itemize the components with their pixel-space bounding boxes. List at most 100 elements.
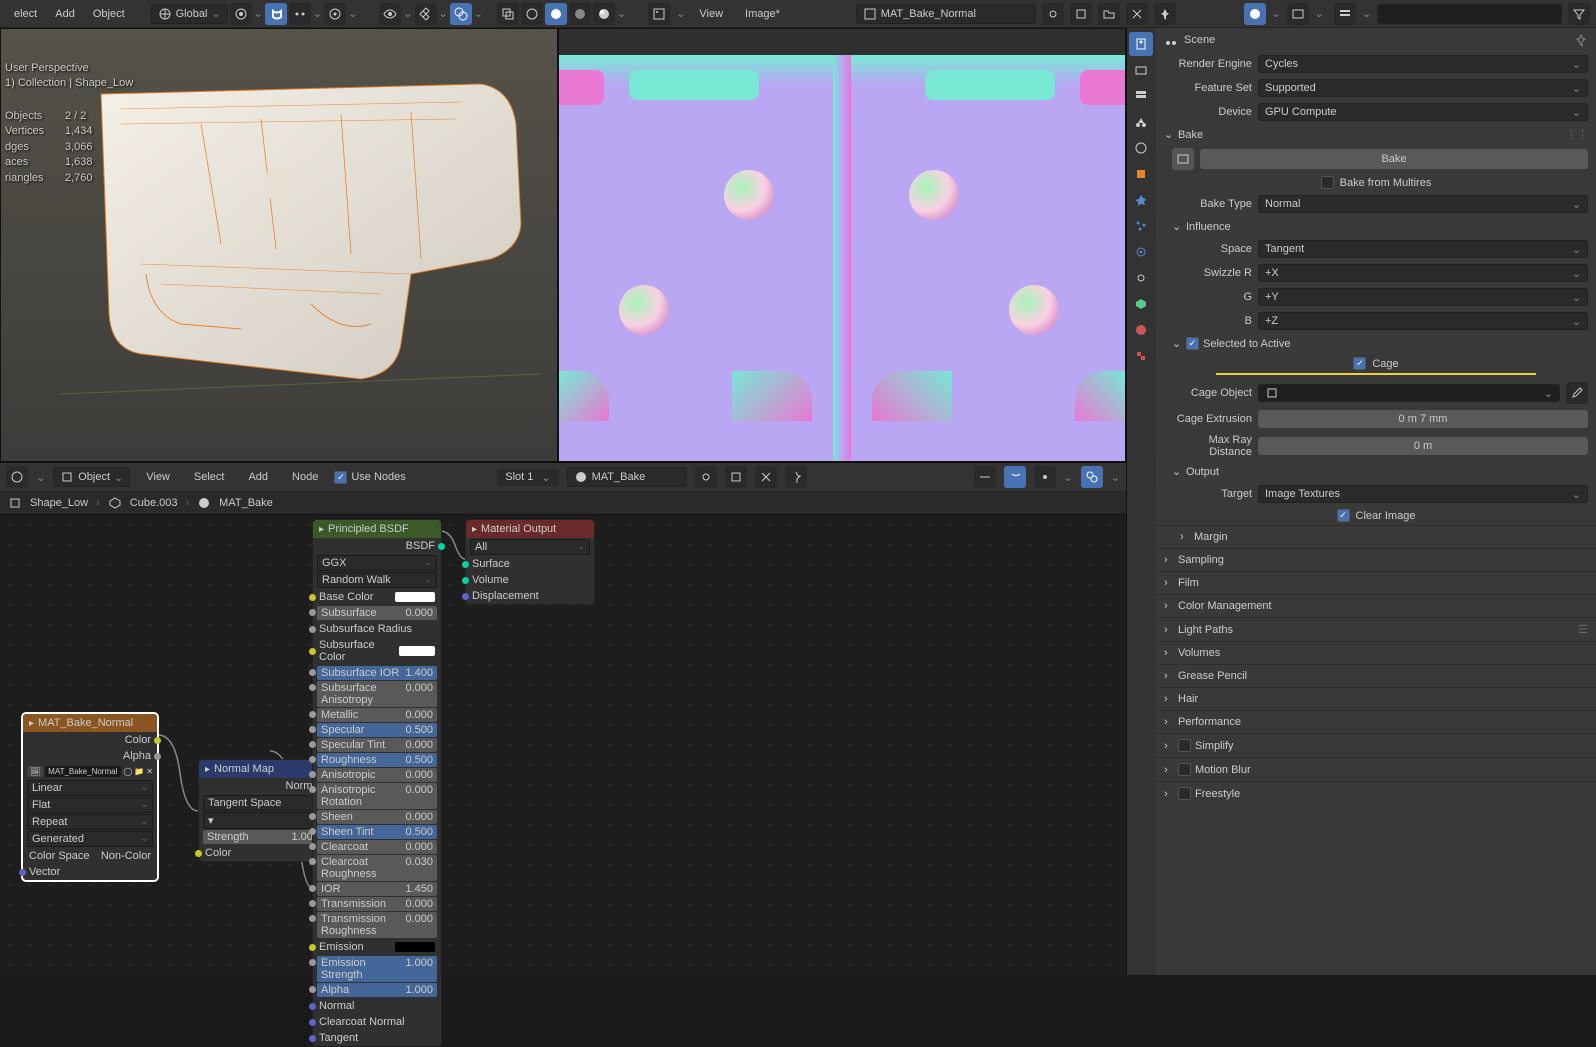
tab-modifier[interactable] bbox=[1129, 188, 1153, 212]
eyedropper-icon[interactable] bbox=[1566, 382, 1588, 404]
panel-performance[interactable]: ›Performance bbox=[1156, 710, 1596, 733]
bake-panel-header[interactable]: ⌄Bake⋮⋮ bbox=[1156, 124, 1596, 145]
tab-constraint[interactable] bbox=[1129, 266, 1153, 290]
clear-image-checkbox[interactable] bbox=[1337, 509, 1350, 522]
tab-scene[interactable] bbox=[1129, 110, 1153, 134]
panel-simplify[interactable]: ›Simplify bbox=[1156, 733, 1596, 757]
node-overlay[interactable] bbox=[1081, 466, 1103, 488]
img-menu-view[interactable]: View bbox=[691, 4, 731, 24]
bsdf-anisotropic[interactable]: Anisotropic0.000 bbox=[317, 768, 437, 782]
strength-slider[interactable]: Strength1.000 bbox=[203, 830, 323, 844]
crumb-material[interactable]: MAT_Bake bbox=[219, 497, 273, 509]
swizzle-b-select[interactable]: +Z bbox=[1258, 312, 1588, 330]
tab-particle[interactable] bbox=[1129, 214, 1153, 238]
crumb-data[interactable]: Cube.003 bbox=[130, 497, 178, 509]
node-editor[interactable]: ⌄ Object⌄ View Select Add Node Use Nodes… bbox=[0, 462, 1126, 975]
props-search[interactable] bbox=[1377, 4, 1562, 24]
image-selector[interactable]: MAT_Bake_Normal bbox=[856, 4, 1036, 24]
shading-solid[interactable] bbox=[545, 3, 567, 25]
bsdf-transmission[interactable]: Transmission0.000 bbox=[317, 897, 437, 911]
new-image-icon[interactable] bbox=[1070, 3, 1092, 25]
visibility-icon[interactable] bbox=[379, 3, 401, 25]
node-snap[interactable] bbox=[1004, 466, 1026, 488]
shading-matprev[interactable] bbox=[569, 3, 591, 25]
space-select[interactable]: Tangent bbox=[1258, 240, 1588, 258]
mat-browse-icon[interactable] bbox=[695, 466, 717, 488]
src-select[interactable]: Generated bbox=[27, 831, 153, 847]
material-slot[interactable]: Slot 1⌄ bbox=[497, 469, 558, 486]
sss-select[interactable]: Random Walk bbox=[317, 572, 437, 588]
node-menu-view[interactable]: View bbox=[138, 467, 178, 487]
bsdf-alpha[interactable]: Alpha1.000 bbox=[317, 983, 437, 997]
bsdf-clearcoat-roughness[interactable]: Clearcoat Roughness0.030 bbox=[317, 855, 437, 881]
transform-orientation[interactable]: Global⌄ bbox=[151, 4, 228, 24]
crumb-object[interactable]: Shape_Low bbox=[30, 497, 88, 509]
bsdf-subsurface[interactable]: Subsurface0.000 bbox=[317, 606, 437, 620]
image-texture-node[interactable]: ▸ MAT_Bake_Normal Color Alpha 🖼 MAT_Bake… bbox=[22, 713, 158, 881]
menu-object[interactable]: Object bbox=[85, 4, 133, 24]
swizzle-r-select[interactable]: +X bbox=[1258, 264, 1588, 282]
tab-world[interactable] bbox=[1129, 136, 1153, 160]
output-panel-header[interactable]: ⌄Output bbox=[1156, 461, 1596, 482]
bake-multires-checkbox[interactable] bbox=[1321, 176, 1334, 189]
bsdf-subsurface-anisotropy[interactable]: Subsurface Anisotropy0.000 bbox=[317, 681, 437, 707]
img-channels-icon[interactable] bbox=[1287, 3, 1309, 25]
menu-add[interactable]: Add bbox=[47, 4, 83, 24]
panel-freestyle[interactable]: ›Freestyle bbox=[1156, 781, 1596, 805]
mat-unlink-icon[interactable] bbox=[755, 466, 777, 488]
tab-viewlayer[interactable] bbox=[1129, 84, 1153, 108]
menu-select[interactable]: elect bbox=[6, 4, 45, 24]
sel-to-active-header[interactable]: ⌄Selected to Active bbox=[1156, 333, 1596, 354]
bsdf-sheen[interactable]: Sheen0.000 bbox=[317, 810, 437, 824]
cage-extrusion-field[interactable]: 0 m 7 mm bbox=[1258, 410, 1588, 428]
render-engine-select[interactable]: Cycles bbox=[1258, 55, 1588, 73]
shading-wireframe[interactable] bbox=[521, 3, 543, 25]
bsdf-clearcoat[interactable]: Clearcoat0.000 bbox=[317, 840, 437, 854]
bsdf-specular-tint[interactable]: Specular Tint0.000 bbox=[317, 738, 437, 752]
overlays-icon[interactable] bbox=[450, 3, 472, 25]
bsdf-anisotropic-rotation[interactable]: Anisotropic Rotation0.000 bbox=[317, 783, 437, 809]
snap-toggle[interactable] bbox=[265, 3, 287, 25]
node-menu-select[interactable]: Select bbox=[186, 467, 233, 487]
ext-select[interactable]: Repeat bbox=[27, 814, 153, 830]
open-image-icon[interactable] bbox=[1098, 3, 1120, 25]
panel-grease-pencil[interactable]: ›Grease Pencil bbox=[1156, 664, 1596, 687]
mat-pin-icon[interactable] bbox=[785, 466, 807, 488]
panel-motion-blur[interactable]: ›Motion Blur bbox=[1156, 757, 1596, 781]
editor-type-image[interactable] bbox=[648, 3, 670, 25]
img-menu-image[interactable]: Image* bbox=[737, 4, 788, 24]
max-ray-field[interactable]: 0 m bbox=[1258, 437, 1588, 455]
panel-film[interactable]: ›Film bbox=[1156, 571, 1596, 594]
bsdf-ior[interactable]: IOR1.450 bbox=[317, 882, 437, 896]
tab-material[interactable] bbox=[1129, 318, 1153, 342]
tab-render[interactable] bbox=[1129, 32, 1153, 56]
viewport-3d[interactable]: User Perspective 1) Collection | Shape_L… bbox=[0, 28, 558, 462]
sel-to-active-checkbox[interactable] bbox=[1186, 337, 1199, 350]
feature-set-select[interactable]: Supported bbox=[1258, 79, 1588, 97]
browse-image-icon[interactable] bbox=[1042, 3, 1064, 25]
out-target-select[interactable]: All bbox=[470, 539, 590, 555]
img-display-icon[interactable] bbox=[1244, 3, 1266, 25]
node-canvas[interactable]: ▸ MAT_Bake_Normal Color Alpha 🖼 MAT_Bake… bbox=[0, 515, 1126, 975]
cage-checkbox[interactable] bbox=[1353, 357, 1366, 370]
tab-texture[interactable] bbox=[1129, 344, 1153, 368]
panel-enable-checkbox[interactable] bbox=[1178, 763, 1191, 776]
panel-enable-checkbox[interactable] bbox=[1178, 787, 1191, 800]
device-select[interactable]: GPU Compute bbox=[1258, 103, 1588, 121]
shading-rendered[interactable] bbox=[593, 3, 615, 25]
normal-space-select[interactable]: Tangent Space bbox=[203, 795, 323, 811]
tab-output[interactable] bbox=[1129, 58, 1153, 82]
uvmap-select[interactable]: ▾ bbox=[203, 812, 323, 829]
pivot-icon[interactable] bbox=[230, 3, 252, 25]
panel-volumes[interactable]: ›Volumes bbox=[1156, 641, 1596, 664]
proj-select[interactable]: Flat bbox=[27, 797, 153, 813]
tab-data[interactable] bbox=[1129, 292, 1153, 316]
filter-icon[interactable] bbox=[1568, 3, 1590, 25]
tab-object[interactable] bbox=[1129, 162, 1153, 186]
bsdf-metallic[interactable]: Metallic0.000 bbox=[317, 708, 437, 722]
mat-new-icon[interactable] bbox=[725, 466, 747, 488]
node-snaptype[interactable] bbox=[1034, 466, 1056, 488]
bake-button[interactable]: Bake bbox=[1200, 149, 1588, 169]
swizzle-g-select[interactable]: +Y bbox=[1258, 288, 1588, 306]
influence-panel-header[interactable]: ⌄Influence bbox=[1156, 216, 1596, 237]
